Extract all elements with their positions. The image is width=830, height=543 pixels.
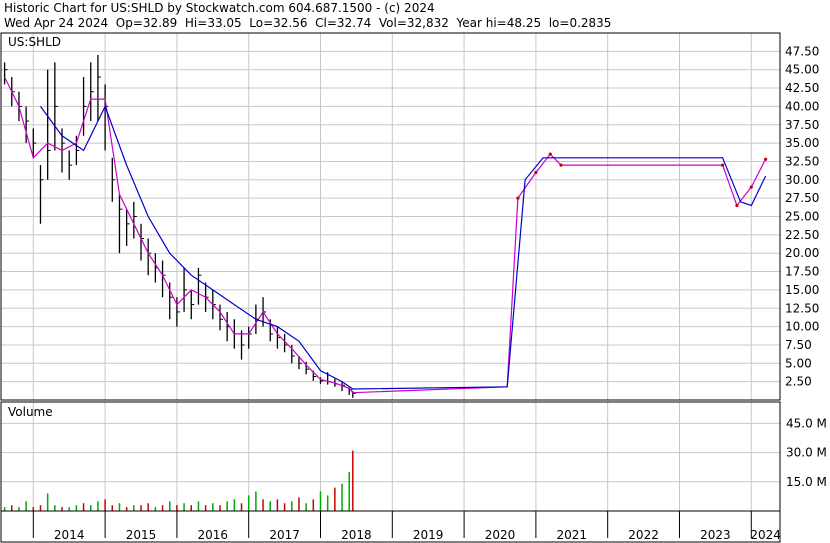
stock-chart: 2.50 5.00 7.50 10.00 12.50 15.00 17.50 20.00 22.… [0,32,827,543]
x-axis-tick-label: 2023 [700,528,731,542]
price-axis-tick-label: 15.00 [785,283,819,297]
price-axis-tick-label: 20.00 [785,246,819,260]
price-axis-tick-label: 37.50 [785,118,819,132]
moving-average-long-line [40,104,767,390]
price-point-marker [735,203,739,208]
price-axis-tick-label: 30.00 [785,173,819,187]
price-axis-tick-label: 22.50 [785,228,819,242]
price-axis-tick-label: 12.50 [785,301,819,315]
price-point-marker [534,170,538,175]
price-axis-tick-label: 32.50 [785,154,819,168]
volume-axis-tick-label: 30.0 M [786,446,827,460]
price-axis-tick-label: 47.50 [785,44,819,58]
chart-window: Historic Chart for US:SHLD by Stockwatch… [0,0,830,543]
x-axis-tick-label: 2024 [750,528,781,542]
price-axis-tick-label: 42.50 [785,81,819,95]
price-axis-tick-label: 27.50 [785,191,819,205]
price-point-marker [559,163,563,167]
price-axis-tick-label: 25.00 [785,210,819,224]
price-axis-tick-label: 10.00 [785,320,819,334]
price-axis-tick-label: 17.50 [785,265,819,279]
x-axis-tick-label: 2016 [198,528,229,542]
x-axis-tick-label: 2014 [54,528,85,542]
x-axis-tick-label: 2020 [485,528,516,542]
price-point-marker [764,157,768,161]
volume-axis-tick-label: 15.0 M [786,475,827,489]
price-axis-tick-label: 45.00 [785,63,819,77]
x-axis-tick-label: 2021 [557,528,588,542]
price-point-marker [749,185,753,189]
price-panel-label: US:SHLD [8,35,62,49]
x-axis-strip [0,510,781,543]
price-axis-tick-label: 5.00 [785,356,812,370]
grid-lines [1,33,780,511]
price-point-marker [516,196,520,200]
volume-axis-tick-label: 45.0 M [786,416,827,430]
x-axis-tick-label: 2017 [269,528,300,542]
x-axis-tick-label: 2015 [126,528,157,542]
volume-panel-label: Volume [8,405,53,419]
price-axis-tick-label: 40.00 [785,99,819,113]
x-axis-tick-label: 2019 [413,528,444,542]
x-axis-tick-label: 2022 [628,528,659,542]
price-point-marker [548,152,552,156]
x-axis-tick-label: 2018 [341,528,372,542]
price-point-marker [720,163,725,167]
volume-bars [3,450,354,511]
volume-panel-frame [0,401,781,512]
price-axis-tick-label: 7.50 [785,338,812,352]
chart-frame [0,32,781,543]
price-axis-tick-label: 35.00 [785,136,819,150]
price-axis-tick-label: 2.50 [785,375,812,389]
